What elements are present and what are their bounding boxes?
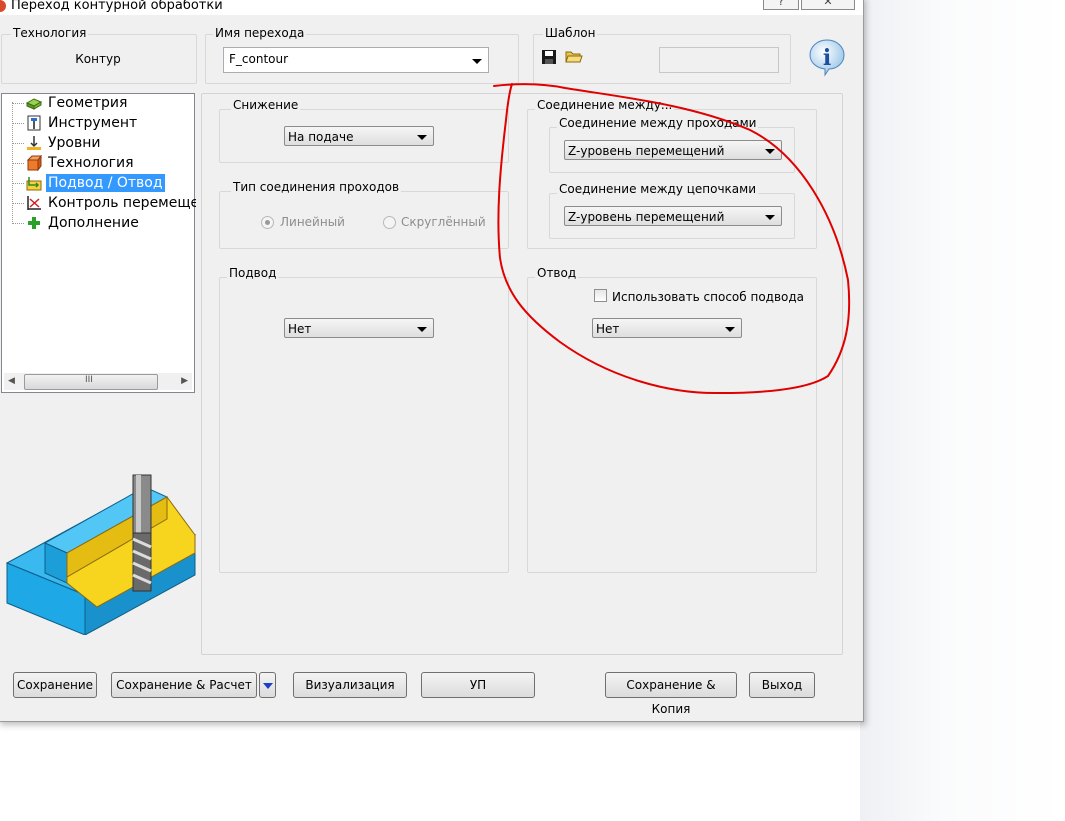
technology-value: Контур xyxy=(75,52,121,66)
template-field[interactable] xyxy=(659,47,779,73)
tree-branch xyxy=(12,123,24,124)
retract-value: Нет xyxy=(596,322,620,336)
tree-item-approach-retract[interactable]: Подвод / Отвод xyxy=(46,174,165,192)
exit-button[interactable]: Выход xyxy=(749,672,815,698)
radio-rounded-label: Скруглённый xyxy=(401,215,486,229)
visualize-button[interactable]: Визуализация xyxy=(293,672,407,698)
tree-branch xyxy=(12,223,24,224)
tree-branch xyxy=(12,203,24,204)
links-passes-value: Z-уровень перемещений xyxy=(568,144,725,158)
radio-linear-label: Линейный xyxy=(280,215,345,229)
approach-value: Нет xyxy=(288,322,312,336)
chevron-down-icon xyxy=(765,149,775,154)
tree-item-geometry[interactable]: Геометрия xyxy=(48,94,127,112)
scroll-right-icon[interactable]: ▶ xyxy=(181,376,188,386)
retract-title: Отвод xyxy=(535,266,579,280)
links-passes-select[interactable]: Z-уровень перемещений xyxy=(564,140,782,160)
save-template-icon[interactable] xyxy=(541,49,557,65)
technology-icon xyxy=(26,155,42,171)
scroll-grip: III xyxy=(85,375,93,385)
approach-retract-icon xyxy=(26,177,42,191)
tree-item-levels[interactable]: Уровни xyxy=(48,134,101,152)
close-window-button[interactable]: ✕ xyxy=(801,0,855,10)
chevron-down-icon xyxy=(725,327,735,332)
part-illustration xyxy=(5,474,197,635)
help-window-button[interactable]: ? xyxy=(763,0,799,10)
window-title: Переход контурной обработки xyxy=(11,0,223,13)
technology-label: Технология xyxy=(11,26,89,40)
chevron-down-icon xyxy=(263,683,273,689)
chevron-down-icon xyxy=(417,135,427,140)
scroll-thumb[interactable]: III xyxy=(24,374,158,390)
scroll-left-icon[interactable]: ◀ xyxy=(8,376,15,386)
tree-branch xyxy=(12,143,24,144)
tree-branch xyxy=(12,183,24,184)
lowering-select[interactable]: На подаче xyxy=(284,126,434,146)
tree-branch xyxy=(12,163,24,164)
levels-icon xyxy=(27,136,41,150)
movement-control-icon xyxy=(27,196,41,210)
geometry-icon xyxy=(26,98,42,110)
approach-select[interactable]: Нет xyxy=(284,318,434,338)
links-chains-value: Z-уровень перемещений xyxy=(568,210,725,224)
save-copy-button[interactable]: Сохранение & Копия xyxy=(605,672,737,716)
radio-linear[interactable] xyxy=(261,216,274,229)
use-approach-label: Использовать способ подвода xyxy=(612,290,805,304)
chevron-down-icon xyxy=(765,215,775,220)
transition-name-value: F_contour xyxy=(229,52,289,66)
save-calc-button[interactable]: Сохранение & Расчет xyxy=(111,672,257,698)
save-button[interactable]: Сохранение xyxy=(13,672,97,698)
pass-link-type-title: Тип соединения проходов xyxy=(231,180,402,194)
save-calc-dropdown[interactable] xyxy=(259,672,276,698)
tree-item-add[interactable]: Дополнение xyxy=(48,214,139,232)
lowering-value: На подаче xyxy=(288,130,354,144)
transition-name-combo[interactable]: F_contour xyxy=(223,47,489,73)
tree-horizontal-scrollbar[interactable]: ◀ III ▶ xyxy=(4,373,192,390)
tool-icon xyxy=(27,115,41,131)
links-chains-select[interactable]: Z-уровень перемещений xyxy=(564,206,782,226)
desktop-background xyxy=(860,0,1065,821)
svg-text:i: i xyxy=(823,45,831,71)
chevron-down-icon xyxy=(417,327,427,332)
app-icon xyxy=(0,0,6,12)
transition-name-label: Имя перехода xyxy=(213,26,307,40)
approach-title: Подвод xyxy=(227,266,279,280)
links-passes-title: Соединение между проходами xyxy=(557,116,759,130)
tree-item-tool[interactable]: Инструмент xyxy=(48,114,137,132)
links-title: Соединение между... xyxy=(535,98,675,112)
add-icon xyxy=(28,217,40,229)
tree-branch xyxy=(12,103,24,104)
use-approach-checkbox[interactable] xyxy=(594,289,607,302)
navigation-tree: Геометрия Инструмент Уровни Технология П… xyxy=(1,93,196,393)
links-chains-title: Соединение между цепочками xyxy=(557,182,759,196)
retract-select[interactable]: Нет xyxy=(592,318,742,338)
radio-rounded[interactable] xyxy=(383,216,396,229)
title-bar: Переход контурной обработки ? ✕ xyxy=(0,0,863,15)
chevron-down-icon xyxy=(472,59,482,64)
tree-item-movement-control[interactable]: Контроль перемещен xyxy=(48,194,196,212)
tree-line xyxy=(12,102,13,222)
tree-item-technology[interactable]: Технология xyxy=(48,154,134,172)
info-icon[interactable]: i xyxy=(807,37,847,77)
nc-button[interactable]: УП xyxy=(421,672,535,698)
contour-transition-dialog: Переход контурной обработки ? ✕ Технолог… xyxy=(0,0,864,722)
open-template-icon[interactable] xyxy=(565,48,583,64)
lowering-title: Снижение xyxy=(231,98,301,112)
template-label: Шаблон xyxy=(543,26,598,40)
